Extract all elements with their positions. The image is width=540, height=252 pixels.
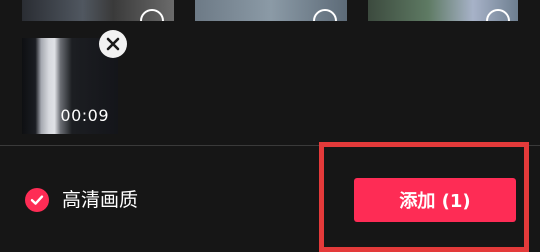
clip-duration: 00:09 <box>60 106 109 125</box>
media-thumbnail[interactable] <box>22 0 174 21</box>
checkmark-icon <box>30 195 44 205</box>
close-icon <box>106 37 120 51</box>
add-button[interactable]: 添加 (1) <box>354 178 516 222</box>
hq-checkbox[interactable] <box>25 188 49 212</box>
media-grid-row <box>0 0 540 21</box>
media-thumbnail[interactable] <box>195 0 347 21</box>
selection-circle-icon[interactable] <box>140 9 164 21</box>
selection-circle-icon[interactable] <box>313 9 337 21</box>
selection-circle-icon[interactable] <box>486 9 510 21</box>
remove-clip-button[interactable] <box>99 30 127 58</box>
hq-label[interactable]: 高清画质 <box>62 187 138 213</box>
media-thumbnail[interactable] <box>368 0 518 21</box>
